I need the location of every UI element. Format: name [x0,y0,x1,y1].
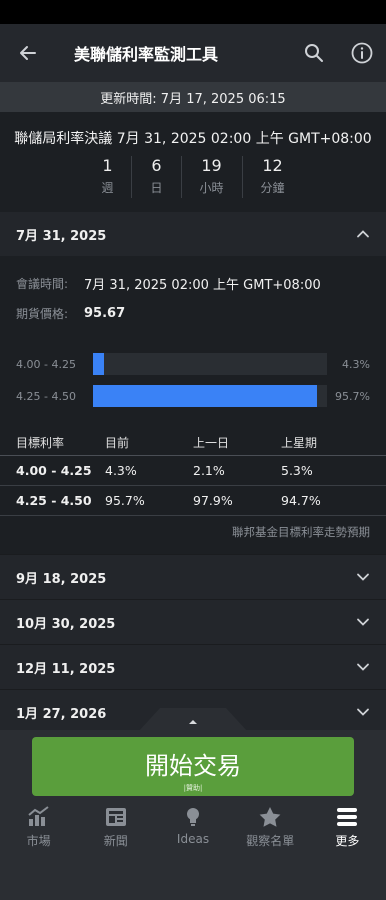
table-cell: 97.9% [193,493,233,508]
countdown-unit: 週 [101,181,114,195]
countdown-value: 1 [102,156,113,175]
countdown-hours: 19 小時 [182,156,243,198]
start-trading-button[interactable]: 開始交易 |贊助| [32,737,354,796]
probability-bar-fill [93,353,104,375]
meeting-header-expanded[interactable]: 7月 31, 2025 [0,212,386,256]
search-button[interactable] [290,24,338,82]
table-header: 上一日 [193,436,230,450]
table-cell: 95.7% [105,493,145,508]
bar-percent-label: 95.7% [335,389,370,403]
meeting-time-label: 會議時間: [16,276,69,291]
countdown-value: 12 [262,156,283,175]
tab-ideas[interactable]: Ideas [154,800,231,854]
probability-bar-row: 4.25 - 4.50 95.7% [16,380,370,412]
page-title: 美聯儲利率監測工具 [74,45,219,64]
decision-title: 聯儲局利率決議 7月 31, 2025 02:00 上午 GMT+08:00 [14,131,372,147]
menu-icon [337,808,358,826]
table-header: 上星期 [281,436,318,450]
meeting-date: 7月 31, 2025 [16,228,107,244]
chevron-up-icon [357,230,369,238]
tab-more[interactable]: 更多 [309,800,386,854]
meeting-header-collapsed[interactable]: 12月 11, 2025 [0,644,386,689]
tab-watchlist[interactable]: 觀察名單 [232,800,309,854]
countdown-unit: 日 [150,181,163,195]
probability-bar-fill [93,385,317,407]
table-header-row: 目標利率 目前 上一日 上星期 [0,430,386,456]
probability-table: 目標利率 目前 上一日 上星期 4.00 - 4.25 4.3% 2.1% 5.… [0,430,386,516]
chevron-down-icon [357,708,369,716]
lightbulb-icon [187,808,199,826]
table-cell: 4.00 - 4.25 [16,463,92,478]
meeting-details: 會議時間: 7月 31, 2025 02:00 上午 GMT+08:00 期貨價… [0,256,386,412]
meeting-date: 12月 11, 2025 [16,661,116,677]
table-cell: 5.3% [281,463,313,478]
app-bar: 美聯儲利率監測工具 [0,24,386,82]
tab-label: 觀察名單 [246,834,295,848]
bar-range-label: 4.00 - 4.25 [16,357,76,371]
probability-bars: 4.00 - 4.25 4.3% 4.25 - 4.50 95.7% [16,348,370,412]
countdown-unit: 分鐘 [260,181,285,195]
countdown: 1 週 6 日 19 小時 12 分鐘 [0,156,386,212]
countdown-value: 19 [201,156,222,175]
bottom-strip [0,854,386,900]
tab-label: Ideas [176,832,210,846]
bar-track [93,353,327,375]
table-cell: 2.1% [193,463,225,478]
table-header: 目標利率 [16,436,65,450]
chevron-down-icon [357,618,369,626]
status-bar [0,0,386,24]
countdown-value: 6 [151,156,162,175]
updated-time: 更新時間: 7月 17, 2025 06:15 [0,82,386,112]
countdown-weeks: 1 週 [83,156,133,198]
futures-price-value: 95.67 [84,305,126,321]
star-icon [259,807,281,827]
countdown-unit: 小時 [199,181,224,195]
search-icon [305,44,323,62]
start-trading-label: 開始交易 [145,752,241,780]
table-cell: 94.7% [281,493,321,508]
futures-price-label: 期貨價格: [16,306,69,321]
bar-percent-label: 4.3% [342,357,370,371]
sponsored-label: |贊助| [183,784,203,792]
meeting-date: 9月 18, 2025 [16,571,107,587]
back-arrow-icon [20,46,36,60]
back-button[interactable] [0,24,56,82]
chevron-down-icon [357,573,369,581]
bar-range-label: 4.25 - 4.50 [16,389,76,403]
chart-icon [27,806,49,826]
tab-news[interactable]: 新聞 [77,800,154,854]
meeting-date: 1月 27, 2026 [16,706,107,722]
table-header: 目前 [105,436,130,450]
probability-bar-row: 4.00 - 4.25 4.3% [16,348,370,380]
tab-label: 更多 [335,834,360,848]
bar-track [93,385,327,407]
meeting-header-collapsed[interactable]: 10月 30, 2025 [0,599,386,644]
tab-markets[interactable]: 市場 [0,800,77,854]
countdown-minutes: 12 分鐘 [243,156,303,198]
bottom-tab-bar: 市場 新聞 Ideas 觀察名單 更多 [0,800,386,854]
info-icon [351,42,373,64]
table-row: 4.25 - 4.50 95.7% 97.9% 94.7% [0,486,386,516]
info-button[interactable] [338,24,386,82]
tab-label: 新聞 [103,834,128,848]
meeting-time-value: 7月 31, 2025 02:00 上午 GMT+08:00 [84,277,321,293]
table-row: 4.00 - 4.25 4.3% 2.1% 5.3% [0,456,386,486]
table-cell: 4.25 - 4.50 [16,493,92,508]
meeting-date: 10月 30, 2025 [16,616,116,632]
meeting-header-collapsed[interactable]: 9月 18, 2025 [0,554,386,599]
meeting-time-row: 會議時間: 7月 31, 2025 02:00 上午 GMT+08:00 [16,268,370,298]
footnote: 聯邦基金目標利率走勢預期 [232,525,370,539]
news-icon [105,808,126,826]
chevron-down-icon [357,663,369,671]
table-cell: 4.3% [105,463,137,478]
futures-price-row: 期貨價格: 95.67 [16,298,370,328]
countdown-days: 6 日 [132,156,182,198]
tab-label: 市場 [26,834,51,848]
